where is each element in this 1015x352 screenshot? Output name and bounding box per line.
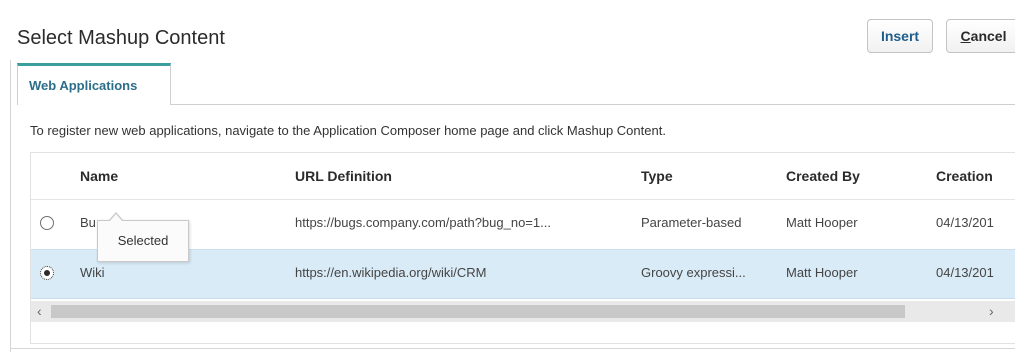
cancel-button[interactable]: Cancel — [946, 19, 1015, 53]
row-created-by: Matt Hooper — [786, 265, 858, 280]
instruction-text: To register new web applications, naviga… — [30, 123, 666, 138]
row-creation: 04/13/201 — [936, 215, 994, 230]
column-header-creation[interactable]: Creation — [936, 153, 993, 199]
dialog-title: Select Mashup Content — [17, 27, 225, 49]
row-type: Parameter-based — [641, 215, 742, 230]
column-header-type[interactable]: Type — [641, 153, 673, 199]
scroll-left-icon[interactable]: ‹ — [37, 303, 42, 319]
row-radio-button[interactable] — [40, 216, 54, 230]
cancel-label-rest: ancel — [970, 28, 1007, 44]
horizontal-scrollbar[interactable]: ‹ › — [31, 301, 1015, 322]
row-name: Bu — [80, 215, 96, 230]
column-header-created-by[interactable]: Created By — [786, 153, 860, 199]
scrollbar-thumb[interactable] — [51, 305, 905, 318]
row-radio-button-selected[interactable] — [40, 266, 54, 280]
row-url: https://en.wikipedia.org/wiki/CRM — [295, 265, 487, 280]
column-header-name[interactable]: Name — [80, 153, 118, 199]
cancel-access-key: C — [960, 28, 971, 44]
selected-tooltip: Selected — [97, 212, 189, 262]
row-created-by: Matt Hooper — [786, 215, 858, 230]
scroll-right-icon[interactable]: › — [989, 303, 994, 319]
row-type: Groovy expressi... — [641, 265, 746, 280]
table-header-row: Name URL Definition Type Created By Crea… — [31, 153, 1015, 198]
insert-button[interactable]: Insert — [867, 19, 933, 53]
tab-web-applications[interactable]: Web Applications — [17, 63, 171, 105]
row-creation: 04/13/201 — [936, 265, 994, 280]
left-border — [10, 60, 11, 352]
row-url: https://bugs.company.com/path?bug_no=1..… — [295, 215, 551, 230]
column-header-url-definition[interactable]: URL Definition — [295, 153, 392, 199]
bottom-border — [10, 348, 1015, 349]
